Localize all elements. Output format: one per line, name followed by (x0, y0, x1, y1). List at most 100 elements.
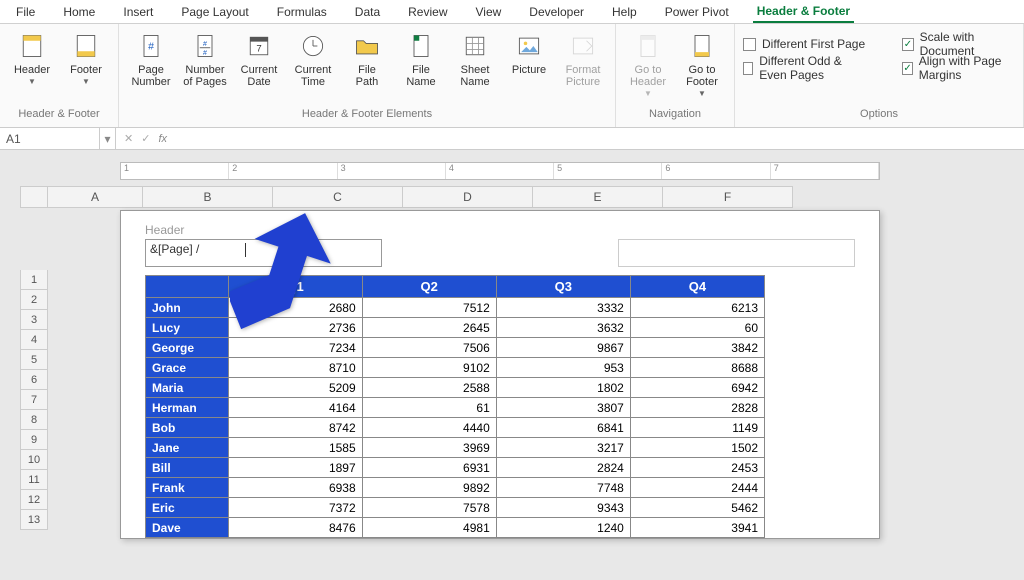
tab-page-layout[interactable]: Page Layout (177, 2, 252, 22)
value-cell[interactable]: 7372 (228, 498, 362, 518)
table-row[interactable]: Eric7372757893435462 (146, 498, 765, 518)
value-cell[interactable]: 3807 (496, 398, 630, 418)
table-header[interactable]: Q3 (496, 276, 630, 298)
name-cell[interactable]: Frank (146, 478, 229, 498)
column-header-D[interactable]: D (403, 186, 533, 208)
name-cell[interactable]: Maria (146, 378, 229, 398)
header-button[interactable]: Header▼ (8, 28, 56, 86)
sheet-name-button[interactable]: SheetName (451, 28, 499, 88)
name-cell[interactable]: John (146, 298, 229, 318)
value-cell[interactable]: 6938 (228, 478, 362, 498)
value-cell[interactable]: 3969 (362, 438, 496, 458)
table-row[interactable]: Herman41646138072828 (146, 398, 765, 418)
name-cell[interactable]: Grace (146, 358, 229, 378)
row-header-7[interactable]: 7 (20, 390, 48, 410)
value-cell[interactable]: 3332 (496, 298, 630, 318)
enter-icon[interactable]: ✓ (141, 132, 150, 145)
value-cell[interactable]: 9892 (362, 478, 496, 498)
tab-home[interactable]: Home (59, 2, 99, 22)
name-cell[interactable]: Eric (146, 498, 229, 518)
select-all-corner[interactable] (20, 186, 48, 208)
table-row[interactable]: Maria5209258818026942 (146, 378, 765, 398)
tab-review[interactable]: Review (404, 2, 451, 22)
row-header-1[interactable]: 1 (20, 270, 48, 290)
value-cell[interactable]: 9867 (496, 338, 630, 358)
table-row[interactable]: Jane1585396932171502 (146, 438, 765, 458)
row-header-9[interactable]: 9 (20, 430, 48, 450)
row-header-3[interactable]: 3 (20, 310, 48, 330)
page-number-button[interactable]: #PageNumber (127, 28, 175, 88)
option-align-with-page-margins[interactable]: Align with Page Margins (902, 58, 1015, 78)
value-cell[interactable]: 6213 (630, 298, 764, 318)
value-cell[interactable]: 2645 (362, 318, 496, 338)
header-center-section[interactable] (382, 239, 617, 267)
value-cell[interactable]: 6942 (630, 378, 764, 398)
name-cell[interactable]: Bob (146, 418, 229, 438)
name-cell[interactable]: Lucy (146, 318, 229, 338)
table-row[interactable]: Bill1897693128242453 (146, 458, 765, 478)
value-cell[interactable]: 2453 (630, 458, 764, 478)
value-cell[interactable]: 1502 (630, 438, 764, 458)
value-cell[interactable]: 6841 (496, 418, 630, 438)
value-cell[interactable]: 2444 (630, 478, 764, 498)
column-header-C[interactable]: C (273, 186, 403, 208)
row-header-5[interactable]: 5 (20, 350, 48, 370)
tab-header-footer[interactable]: Header & Footer (753, 1, 854, 23)
value-cell[interactable]: 3217 (496, 438, 630, 458)
cancel-icon[interactable]: ✕ (124, 132, 133, 145)
value-cell[interactable]: 1802 (496, 378, 630, 398)
column-header-A[interactable]: A (48, 186, 143, 208)
table-header[interactable] (146, 276, 229, 298)
row-header-12[interactable]: 12 (20, 490, 48, 510)
name-cell[interactable]: Dave (146, 518, 229, 538)
row-header-10[interactable]: 10 (20, 450, 48, 470)
option-different-first-page[interactable]: Different First Page (743, 34, 872, 54)
option-scale-with-document[interactable]: Scale with Document (902, 34, 1015, 54)
value-cell[interactable]: 8476 (228, 518, 362, 538)
header-right-section[interactable] (618, 239, 855, 267)
name-cell[interactable]: Bill (146, 458, 229, 478)
value-cell[interactable]: 7512 (362, 298, 496, 318)
value-cell[interactable]: 8710 (228, 358, 362, 378)
tab-formulas[interactable]: Formulas (273, 2, 331, 22)
value-cell[interactable]: 3842 (630, 338, 764, 358)
value-cell[interactable]: 953 (496, 358, 630, 378)
current-date-button[interactable]: 7CurrentDate (235, 28, 283, 88)
value-cell[interactable]: 61 (362, 398, 496, 418)
value-cell[interactable]: 4981 (362, 518, 496, 538)
column-header-B[interactable]: B (143, 186, 273, 208)
table-row[interactable]: Grace871091029538688 (146, 358, 765, 378)
value-cell[interactable]: 3632 (496, 318, 630, 338)
value-cell[interactable]: 4164 (228, 398, 362, 418)
number-of-pages-button[interactable]: ##Numberof Pages (181, 28, 229, 88)
value-cell[interactable]: 1149 (630, 418, 764, 438)
fx-icon[interactable]: fx (158, 133, 167, 145)
tab-help[interactable]: Help (608, 2, 641, 22)
current-time-button[interactable]: CurrentTime (289, 28, 337, 88)
value-cell[interactable]: 60 (630, 318, 764, 338)
tab-data[interactable]: Data (351, 2, 384, 22)
value-cell[interactable]: 7578 (362, 498, 496, 518)
value-cell[interactable]: 1240 (496, 518, 630, 538)
table-row[interactable]: Frank6938989277482444 (146, 478, 765, 498)
tab-insert[interactable]: Insert (119, 2, 157, 22)
table-row[interactable]: Bob8742444068411149 (146, 418, 765, 438)
value-cell[interactable]: 4440 (362, 418, 496, 438)
value-cell[interactable]: 2588 (362, 378, 496, 398)
tab-power-pivot[interactable]: Power Pivot (661, 2, 733, 22)
picture-button[interactable]: Picture (505, 28, 553, 76)
value-cell[interactable]: 5209 (228, 378, 362, 398)
name-box-dropdown[interactable]: ▾ (100, 128, 116, 149)
table-header[interactable]: Q4 (630, 276, 764, 298)
go-to-footer-button[interactable]: Go toFooter▼ (678, 28, 726, 98)
tab-developer[interactable]: Developer (525, 2, 588, 22)
value-cell[interactable]: 6931 (362, 458, 496, 478)
column-header-F[interactable]: F (663, 186, 793, 208)
tab-view[interactable]: View (472, 2, 506, 22)
row-header-2[interactable]: 2 (20, 290, 48, 310)
value-cell[interactable]: 3941 (630, 518, 764, 538)
value-cell[interactable]: 1585 (228, 438, 362, 458)
name-cell[interactable]: Jane (146, 438, 229, 458)
name-cell[interactable]: Herman (146, 398, 229, 418)
value-cell[interactable]: 9343 (496, 498, 630, 518)
